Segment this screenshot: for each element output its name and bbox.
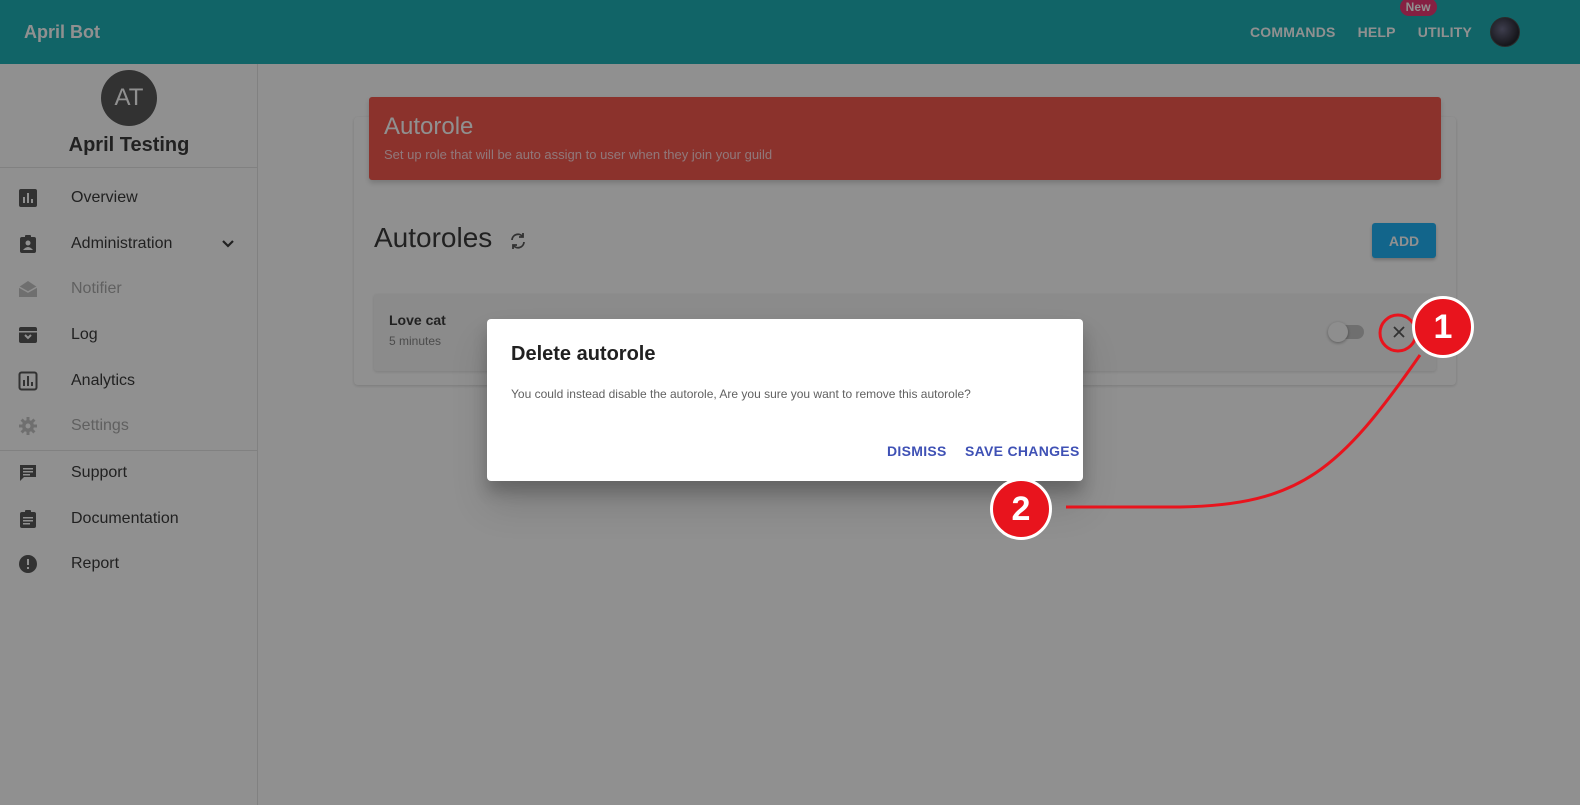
dialog-title: Delete autorole bbox=[511, 343, 656, 365]
save-changes-button[interactable]: SAVE CHANGES bbox=[965, 443, 1080, 459]
dismiss-button[interactable]: DISMISS bbox=[887, 443, 947, 459]
delete-autorole-dialog: Delete autorole You could instead disabl… bbox=[487, 319, 1083, 481]
dialog-text: You could instead disable the autorole, … bbox=[511, 387, 971, 401]
